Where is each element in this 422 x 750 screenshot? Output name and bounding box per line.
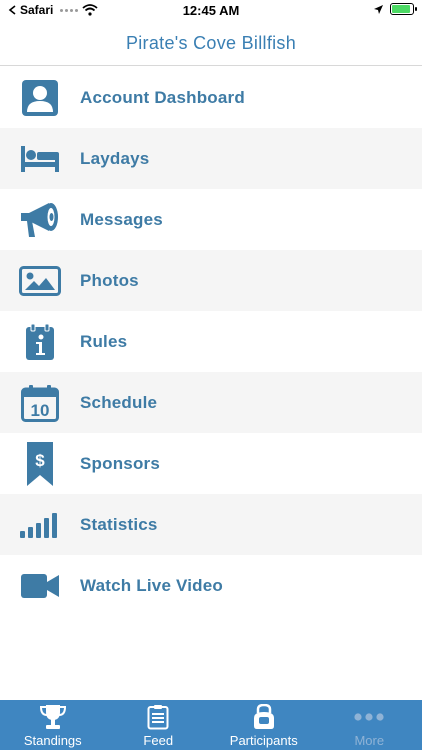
tab-standings[interactable]: Standings xyxy=(0,700,106,750)
menu-item-label: Laydays xyxy=(80,148,150,168)
battery-icon xyxy=(390,3,417,15)
video-camera-icon xyxy=(0,555,80,616)
tab-label: Feed xyxy=(143,733,174,748)
menu-item-label: Sponsors xyxy=(80,453,161,473)
tab-participants[interactable]: Participants xyxy=(211,700,317,750)
menu-item-label: Photos xyxy=(80,270,139,290)
menu-list: Account Dashboard Laydays Messages Photo… xyxy=(0,67,422,616)
menu-item-label: Messages xyxy=(80,209,163,229)
tab-feed[interactable]: Feed xyxy=(106,700,212,750)
status-bar: Safari 12:45 AM xyxy=(0,0,422,22)
tab-more[interactable]: More xyxy=(317,700,422,750)
calendar-day: 10 xyxy=(31,401,50,420)
calendar-icon: 10 xyxy=(0,372,80,433)
menu-item-label: Rules xyxy=(80,331,128,351)
tab-label: Participants xyxy=(229,733,298,748)
megaphone-icon xyxy=(0,189,80,250)
tab-label: More xyxy=(354,733,385,748)
menu-item-schedule[interactable]: 10 Schedule xyxy=(0,372,422,433)
user-icon xyxy=(0,67,80,128)
tab-bar: Standings Feed Participants More xyxy=(0,700,422,750)
status-time: 12:45 AM xyxy=(182,3,240,18)
svg-text:$: $ xyxy=(35,451,45,470)
bar-chart-icon xyxy=(0,494,80,555)
menu-item-label: Watch Live Video xyxy=(80,575,224,595)
bed-icon xyxy=(0,128,80,189)
menu-item-watch-live-video[interactable]: Watch Live Video xyxy=(0,555,422,616)
kettlebell-icon xyxy=(251,703,277,731)
menu-item-sponsors[interactable]: $ Sponsors xyxy=(0,433,422,494)
dollar-ribbon-icon: $ xyxy=(0,433,80,494)
menu-item-photos[interactable]: Photos xyxy=(0,250,422,311)
photo-icon xyxy=(0,250,80,311)
page-title: Pirate's Cove Billfish xyxy=(125,33,297,53)
menu-item-label: Statistics xyxy=(80,514,158,534)
location-arrow-icon xyxy=(374,4,383,14)
status-right xyxy=(373,3,417,15)
menu-item-label: Schedule xyxy=(80,392,158,412)
trophy-icon xyxy=(39,703,67,731)
menu-item-label: Account Dashboard xyxy=(80,87,245,107)
tab-label: Standings xyxy=(23,733,82,748)
battery-level xyxy=(392,5,410,13)
menu-item-statistics[interactable]: Statistics xyxy=(0,494,422,555)
clipboard-icon xyxy=(147,703,169,731)
menu-item-rules[interactable]: Rules xyxy=(0,311,422,372)
info-clipboard-icon xyxy=(0,311,80,372)
more-dots-icon xyxy=(354,703,384,731)
menu-item-messages[interactable]: Messages xyxy=(0,189,422,250)
menu-item-account-dashboard[interactable]: Account Dashboard xyxy=(0,67,422,128)
nav-header: Pirate's Cove Billfish xyxy=(0,22,422,66)
menu-item-laydays[interactable]: Laydays xyxy=(0,128,422,189)
